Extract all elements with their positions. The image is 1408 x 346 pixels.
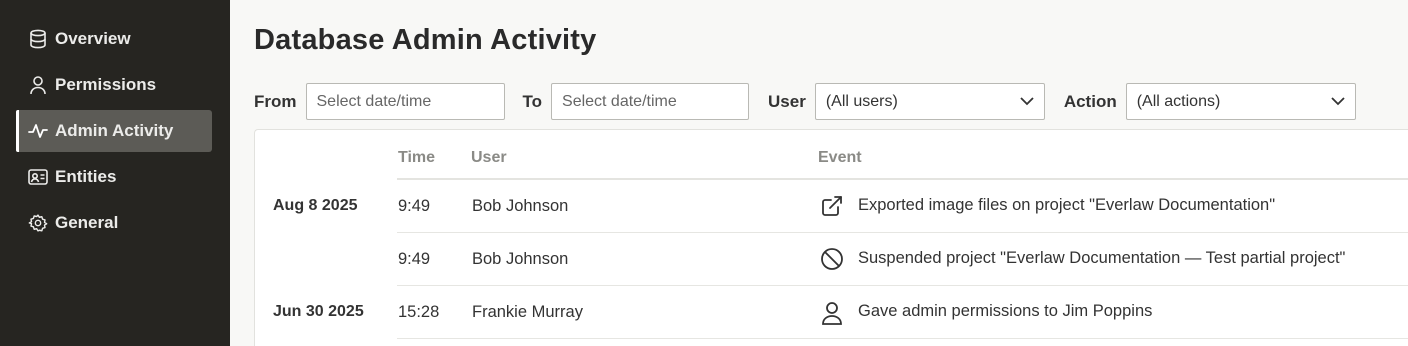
user-icon (819, 300, 845, 326)
sidebar-item-label: Admin Activity (55, 121, 174, 140)
column-header-time: Time (398, 149, 436, 166)
row-divider (397, 232, 1408, 233)
row-divider (397, 338, 1408, 339)
column-header-event: Event (818, 149, 862, 166)
external-link-icon (819, 193, 845, 219)
sidebar-item-label: Permissions (55, 75, 157, 94)
to-date-input[interactable] (551, 83, 750, 120)
user-icon (28, 75, 48, 95)
activity-icon (28, 121, 48, 141)
header-divider (397, 178, 1408, 180)
sidebar-item-overview[interactable]: Overview (16, 18, 212, 60)
sidebar-item-label: Overview (55, 29, 131, 48)
from-label: From (254, 91, 297, 111)
sidebar-item-label: General (55, 213, 119, 232)
id-card-icon (28, 167, 48, 187)
sidebar: Overview Permissions Admin Activity Enti… (0, 0, 230, 346)
date-group-label: Aug 8 2025 (273, 197, 358, 214)
row-event: Suspended project "Everlaw Documentation… (858, 249, 1346, 267)
sidebar-item-permissions[interactable]: Permissions (16, 64, 212, 106)
action-label: Action (1063, 91, 1117, 111)
sidebar-item-general[interactable]: General (16, 202, 212, 244)
user-label: User (768, 91, 806, 111)
action-select[interactable]: (All actions) (1125, 83, 1356, 120)
gear-icon (28, 213, 48, 233)
row-user: Bob Johnson (472, 250, 569, 268)
row-event: Gave admin permissions to Jim Poppins (858, 302, 1153, 320)
chevron-down-icon (1020, 93, 1034, 111)
main-content: Database Admin Activity From To User (Al… (230, 0, 1408, 346)
user-select-value: (All users) (825, 92, 898, 110)
row-user: Bob Johnson (472, 197, 569, 215)
to-label: To (522, 91, 543, 111)
row-divider (397, 285, 1408, 286)
filter-bar: From To User (All users) Action (All act… (254, 83, 1356, 120)
row-time: 15:28 (398, 303, 440, 321)
activity-table: Time User Event Aug 8 2025 9:49 Bob John… (254, 129, 1408, 346)
database-icon (28, 29, 48, 49)
row-time: 9:49 (398, 197, 431, 215)
sidebar-item-label: Entities (55, 167, 117, 186)
user-select[interactable]: (All users) (814, 83, 1045, 120)
sidebar-item-admin-activity[interactable]: Admin Activity (16, 110, 212, 152)
row-user: Frankie Murray (472, 303, 583, 321)
ban-icon (819, 246, 845, 272)
page-title: Database Admin Activity (254, 24, 597, 56)
column-header-user: User (471, 149, 507, 166)
from-date-input[interactable] (305, 83, 505, 120)
row-time: 9:49 (398, 250, 431, 268)
sidebar-item-entities[interactable]: Entities (16, 156, 212, 198)
date-group-label: Jun 30 2025 (273, 303, 364, 320)
action-select-value: (All actions) (1136, 92, 1221, 110)
row-event: Exported image files on project "Everlaw… (858, 196, 1276, 214)
chevron-down-icon (1331, 93, 1345, 111)
